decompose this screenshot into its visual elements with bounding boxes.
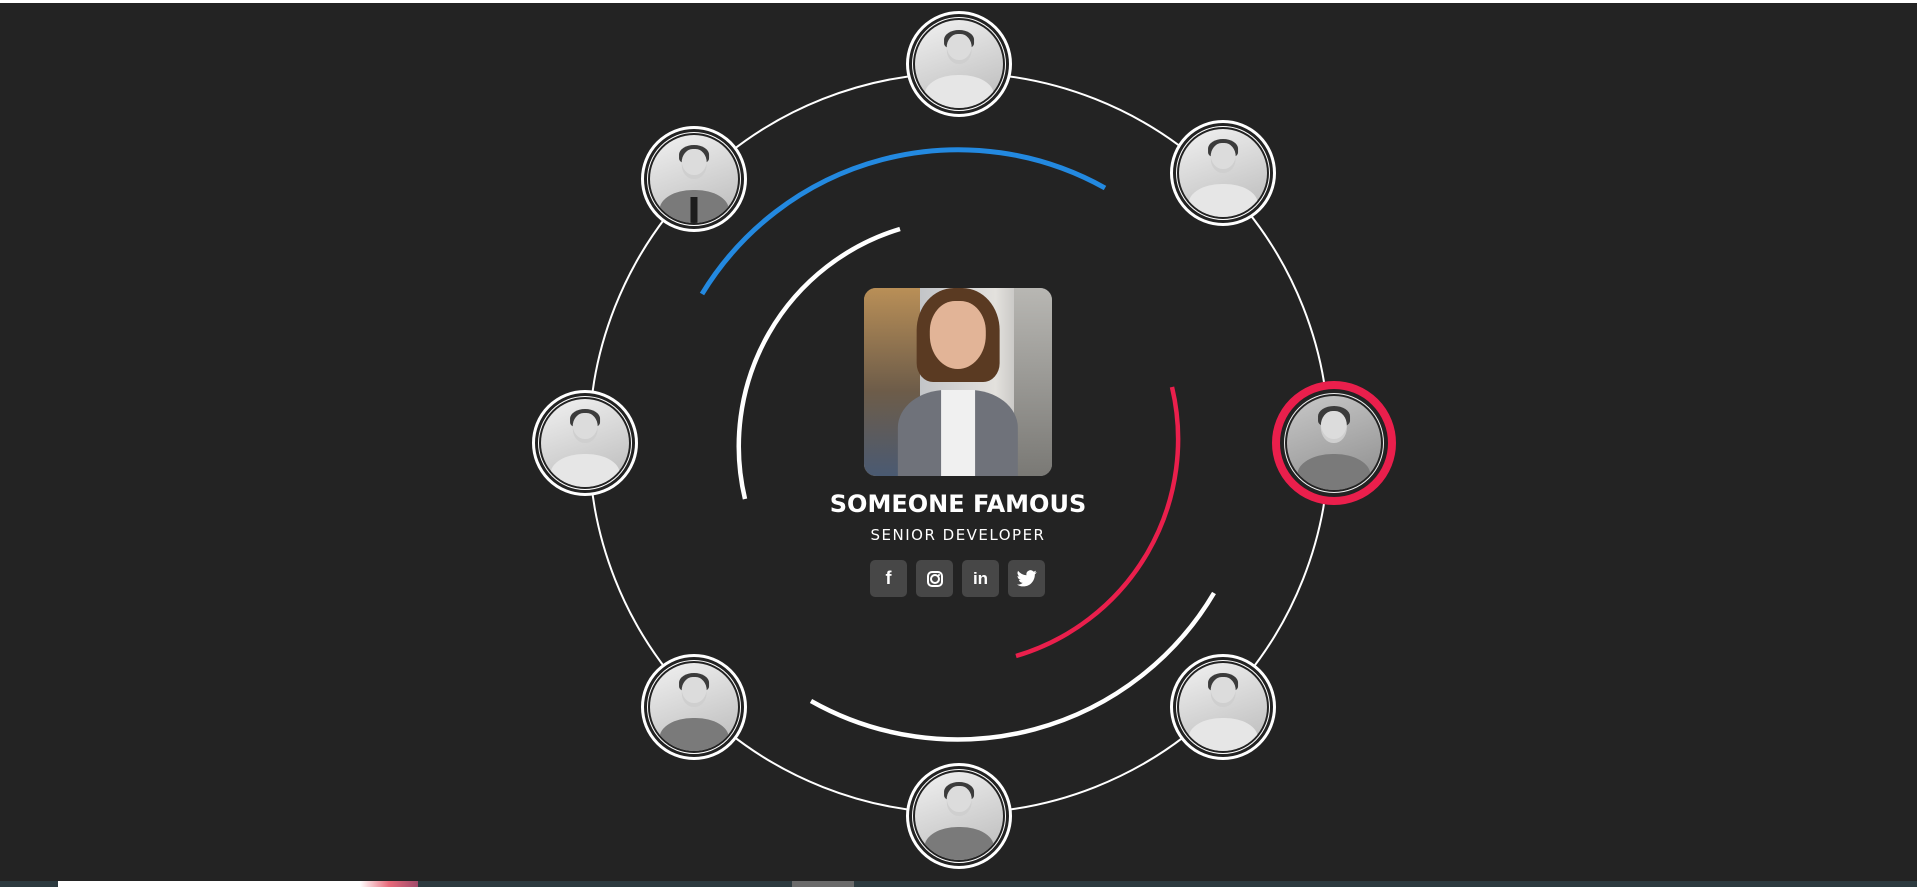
twitter-button[interactable] — [1008, 560, 1045, 597]
team-avatar-top-right[interactable] — [1170, 120, 1276, 226]
instagram-icon — [926, 570, 943, 587]
linkedin-icon: in — [972, 568, 989, 588]
team-avatar-top-left[interactable] — [641, 126, 747, 232]
avatar-face — [681, 149, 707, 179]
avatar-body — [924, 826, 994, 860]
social-links: f in — [870, 560, 1046, 598]
avatar — [1179, 663, 1267, 751]
avatar-body — [1188, 183, 1258, 217]
team-showcase: SOMEONE FAMOUS SENIOR DEVELOPER f in — [0, 0, 1917, 887]
profile-title: SENIOR DEVELOPER — [870, 526, 1046, 544]
avatar — [650, 135, 738, 223]
taskbar-tab[interactable] — [792, 881, 854, 887]
twitter-icon — [1016, 570, 1037, 587]
profile-photo — [864, 288, 1052, 476]
avatar-ring — [1284, 393, 1384, 493]
avatar-ring — [912, 769, 1006, 863]
avatar-face — [1320, 411, 1348, 443]
bottom-taskbar-strip — [0, 881, 1917, 887]
team-avatar-bottom-right[interactable] — [1170, 654, 1276, 760]
facebook-button[interactable]: f — [870, 560, 907, 597]
blue-arc — [699, 147, 1107, 296]
avatar-body — [550, 453, 620, 487]
avatar-body — [1297, 454, 1371, 490]
white-outer-arc — [809, 591, 1216, 742]
facebook-icon: f — [885, 568, 892, 588]
team-avatar-right-active[interactable] — [1272, 381, 1396, 505]
avatar — [541, 399, 629, 487]
photo-background-column — [1014, 288, 1052, 476]
avatar — [650, 663, 738, 751]
avatar-ring — [647, 660, 741, 754]
team-avatar-left[interactable] — [532, 390, 638, 496]
avatar — [1287, 396, 1381, 490]
avatar-body — [1188, 717, 1258, 751]
avatar-ring — [647, 132, 741, 226]
avatar-face — [946, 786, 972, 816]
avatar-ring — [538, 396, 632, 490]
profile-name: SOMEONE FAMOUS — [829, 490, 1087, 518]
avatar-face — [1210, 677, 1236, 707]
instagram-button[interactable] — [916, 560, 953, 597]
taskbar-tab-thumbnail — [360, 881, 418, 887]
avatar-tie — [690, 196, 698, 223]
avatar-body — [924, 74, 994, 108]
linkedin-button[interactable]: in — [962, 560, 999, 597]
avatar-face — [572, 413, 598, 443]
avatar-ring — [1176, 660, 1270, 754]
avatar-face — [681, 677, 707, 707]
team-avatar-top[interactable] — [906, 11, 1012, 117]
avatar — [1179, 129, 1267, 217]
avatar-ring — [1176, 126, 1270, 220]
avatar-face — [946, 34, 972, 64]
avatar-body — [659, 717, 729, 751]
avatar-ring — [912, 17, 1006, 111]
avatar — [915, 20, 1003, 108]
photo-shirt — [941, 389, 975, 476]
avatar — [915, 772, 1003, 860]
avatar-face — [1210, 143, 1236, 173]
photo-face — [929, 301, 987, 369]
team-avatar-bottom-left[interactable] — [641, 654, 747, 760]
team-avatar-bottom[interactable] — [906, 763, 1012, 869]
